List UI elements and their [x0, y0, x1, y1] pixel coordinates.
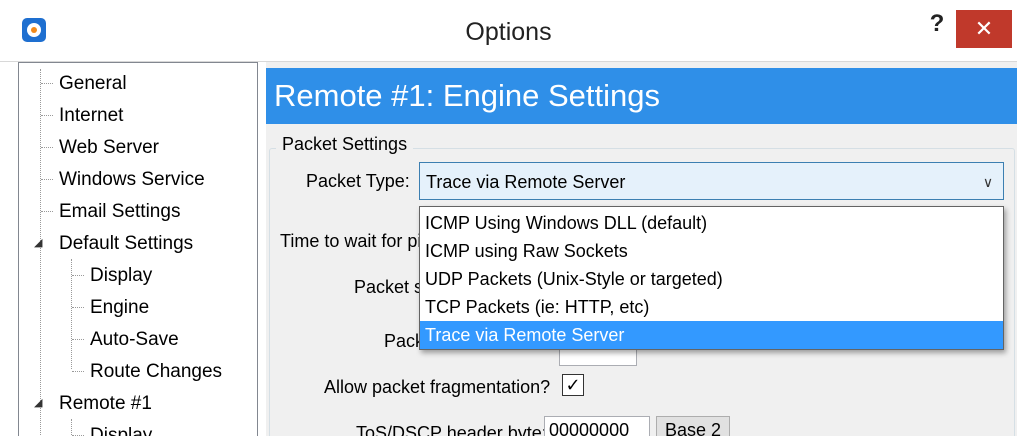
tree-item-remote-display[interactable]: Display: [90, 421, 152, 436]
packet-type-label: Packet Type:: [306, 171, 410, 191]
tree-connector: [41, 83, 53, 84]
tree-item-windows-service[interactable]: Windows Service: [59, 165, 205, 195]
packet-size-label: Packet s: [354, 277, 424, 297]
chevron-down-icon[interactable]: ∨: [979, 171, 997, 193]
tree-connector: [41, 179, 53, 180]
window-title: Options: [465, 18, 552, 46]
tree-connector: [72, 275, 84, 276]
tree-item-default-settings[interactable]: Default Settings: [59, 229, 193, 259]
settings-tree[interactable]: General Internet Web Server Windows Serv…: [18, 62, 258, 436]
dropdown-option[interactable]: UDP Packets (Unix-Style or targeted): [420, 265, 1003, 293]
tree-item-general[interactable]: General: [59, 69, 127, 99]
tree-connector: [72, 307, 84, 308]
tree-item-auto-save[interactable]: Auto-Save: [90, 325, 179, 355]
packet-type-select[interactable]: Trace via Remote Server ∨: [419, 162, 1004, 200]
tree-item-display[interactable]: Display: [90, 261, 152, 291]
packet-type-value: Trace via Remote Server: [426, 172, 626, 192]
tree-item-web-server[interactable]: Web Server: [59, 133, 159, 163]
dropdown-option-selected[interactable]: Trace via Remote Server: [420, 321, 1003, 349]
dropdown-option[interactable]: ICMP Using Windows DLL (default): [420, 209, 1003, 237]
tree-item-engine[interactable]: Engine: [90, 293, 149, 323]
tree-connector: [40, 69, 41, 436]
tree-item-route-changes[interactable]: Route Changes: [90, 357, 222, 387]
tree-connector: [41, 147, 53, 148]
fragmentation-checkbox[interactable]: ✓: [562, 374, 584, 396]
title-bar: Options ? ✕: [0, 0, 1017, 62]
tree-connector: [72, 371, 84, 372]
time-to-wait-label: Time to wait for pi: [280, 231, 422, 251]
tos-input[interactable]: 00000000: [544, 416, 650, 436]
collapse-arrow-icon[interactable]: ◢: [34, 236, 42, 249]
dropdown-option[interactable]: TCP Packets (ie: HTTP, etc): [420, 293, 1003, 321]
tree-item-internet[interactable]: Internet: [59, 101, 123, 131]
dropdown-option[interactable]: ICMP using Raw Sockets: [420, 237, 1003, 265]
packet-type-dropdown[interactable]: ICMP Using Windows DLL (default) ICMP us…: [419, 206, 1004, 350]
tree-item-remote-1[interactable]: Remote #1: [59, 389, 152, 419]
close-button[interactable]: ✕: [956, 10, 1012, 48]
tree-connector: [41, 211, 53, 212]
tos-label: ToS/DSCP header byte:: [356, 423, 547, 436]
collapse-arrow-icon[interactable]: ◢: [34, 396, 42, 409]
base-2-button[interactable]: Base 2: [656, 416, 730, 436]
page-header: Remote #1: Engine Settings: [266, 68, 1017, 124]
tree-connector: [71, 419, 72, 436]
tree-item-email-settings[interactable]: Email Settings: [59, 197, 180, 227]
fragmentation-label: Allow packet fragmentation?: [324, 377, 551, 397]
tree-connector: [72, 339, 84, 340]
tree-connector: [41, 115, 53, 116]
group-label: Packet Settings: [276, 132, 414, 156]
page-title: Remote #1: Engine Settings: [274, 78, 661, 113]
help-button[interactable]: ?: [925, 10, 949, 44]
